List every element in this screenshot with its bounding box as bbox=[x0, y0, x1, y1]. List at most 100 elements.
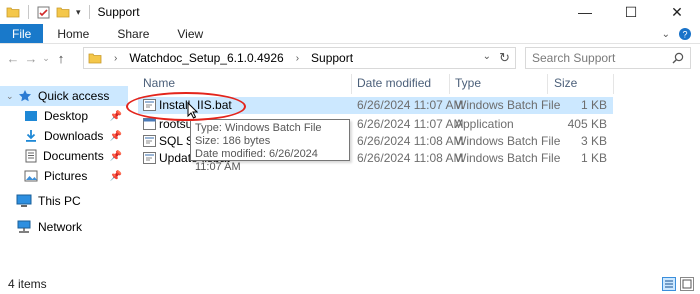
file-type: Windows Batch File bbox=[455, 98, 561, 112]
highlight-ellipse bbox=[126, 92, 246, 121]
column-divider[interactable] bbox=[449, 74, 450, 94]
sidebar-item-this-pc[interactable]: This PC bbox=[0, 191, 128, 211]
navigation-pane: ⌄ Quick access Desktop 📌 Downloads 📌 Doc… bbox=[0, 80, 128, 270]
tab-view[interactable]: View bbox=[163, 24, 217, 43]
chevron-right-icon[interactable]: › bbox=[296, 53, 299, 64]
customize-toolbar-icon[interactable]: ▾ bbox=[76, 7, 81, 18]
file-date: 6/26/2024 11:07 AM bbox=[357, 98, 464, 112]
toolbar-divider bbox=[28, 5, 29, 19]
details-view-button[interactable] bbox=[662, 277, 676, 291]
chevron-down-icon[interactable]: ⌄ bbox=[6, 91, 14, 102]
file-size: 3 KB bbox=[580, 134, 607, 148]
star-icon bbox=[19, 90, 31, 102]
pictures-icon bbox=[24, 170, 38, 182]
breadcrumb-item[interactable]: Support bbox=[311, 51, 353, 65]
tooltip-date: Date modified: 6/26/2024 11:07 AM bbox=[195, 148, 318, 173]
search-box[interactable] bbox=[525, 47, 691, 69]
sidebar-item-label: This PC bbox=[38, 194, 81, 208]
window-controls: — ☐ ✕ bbox=[562, 0, 700, 24]
tooltip-size: Size: 186 bytes bbox=[195, 135, 271, 147]
computer-icon bbox=[16, 194, 32, 207]
window-title: Support bbox=[97, 5, 140, 19]
help-icon[interactable]: ? bbox=[678, 27, 692, 41]
sidebar-item-label: Pictures bbox=[44, 169, 88, 183]
title-bar: ▾ Support — ☐ ✕ bbox=[0, 0, 700, 24]
tooltip-type: Type: Windows Batch File bbox=[195, 122, 322, 134]
up-button[interactable]: ↑ bbox=[52, 48, 70, 68]
search-input[interactable] bbox=[532, 51, 662, 65]
file-date: 6/26/2024 11:08 AM bbox=[357, 151, 464, 165]
address-bar[interactable]: › Watchdoc_Setup_6.1.0.4926 › Support ⌄ … bbox=[83, 47, 516, 69]
file-size: 405 KB bbox=[567, 117, 607, 131]
expand-ribbon-icon[interactable]: ⌄ bbox=[662, 29, 670, 40]
breadcrumb-item[interactable]: Watchdoc_Setup_6.1.0.4926 bbox=[129, 51, 283, 65]
ribbon-right-controls: ⌄ ? bbox=[662, 26, 692, 42]
quick-access-toolbar: ▾ bbox=[0, 5, 92, 19]
file-date: 6/26/2024 11:08 AM bbox=[357, 134, 464, 148]
sidebar-item-label: Downloads bbox=[44, 129, 104, 143]
tab-home[interactable]: Home bbox=[43, 24, 103, 43]
folder-icon bbox=[88, 53, 102, 64]
svg-text:?: ? bbox=[682, 30, 687, 40]
mouse-cursor-icon bbox=[187, 102, 198, 119]
sidebar-item-quick-access[interactable]: ⌄ Quick access bbox=[0, 86, 128, 106]
address-dropdown-icon[interactable]: ⌄ bbox=[483, 51, 491, 62]
batch-file-icon bbox=[143, 152, 156, 164]
ribbon-tabs: File Home Share View ⌄ ? bbox=[0, 24, 700, 44]
refresh-icon[interactable]: ↻ bbox=[499, 50, 510, 66]
column-header-name[interactable]: Name bbox=[143, 72, 175, 94]
status-bar: 4 items bbox=[0, 274, 700, 294]
sidebar-item-label: Quick access bbox=[38, 89, 110, 103]
batch-file-icon bbox=[143, 135, 156, 147]
download-icon bbox=[26, 130, 36, 142]
column-divider[interactable] bbox=[613, 74, 614, 94]
sidebar-item-desktop[interactable]: Desktop 📌 bbox=[0, 106, 128, 126]
application-icon bbox=[143, 118, 156, 130]
sidebar-item-label: Documents bbox=[43, 149, 104, 163]
new-folder-icon[interactable] bbox=[56, 6, 70, 18]
file-type: Windows Batch File bbox=[455, 134, 561, 148]
tab-file[interactable]: File bbox=[0, 24, 44, 43]
pin-icon[interactable]: 📌 bbox=[110, 111, 122, 122]
file-type: Application bbox=[455, 117, 514, 131]
maximize-button[interactable]: ☐ bbox=[608, 0, 654, 24]
large-icons-view-button[interactable] bbox=[680, 277, 694, 291]
column-divider[interactable] bbox=[351, 74, 352, 94]
recent-locations-button[interactable]: ⌄ bbox=[40, 48, 52, 68]
column-header-size[interactable]: Size bbox=[554, 72, 577, 94]
sidebar-item-pictures[interactable]: Pictures 📌 bbox=[0, 166, 128, 186]
sidebar-item-label: Desktop bbox=[44, 109, 89, 123]
column-divider[interactable] bbox=[547, 74, 548, 94]
file-date: 6/26/2024 11:07 AM bbox=[357, 117, 464, 131]
sidebar-item-label: Network bbox=[38, 220, 83, 234]
close-button[interactable]: ✕ bbox=[654, 0, 700, 24]
tab-share[interactable]: Share bbox=[103, 24, 163, 43]
pin-icon[interactable]: 📌 bbox=[110, 151, 122, 162]
documents-icon bbox=[25, 149, 37, 163]
forward-button[interactable]: → bbox=[22, 48, 40, 68]
pin-icon[interactable]: 📌 bbox=[110, 171, 122, 182]
file-type: Windows Batch File bbox=[455, 151, 561, 165]
file-size: 1 KB bbox=[580, 98, 607, 112]
back-button[interactable]: ← bbox=[4, 48, 22, 68]
sidebar-item-documents[interactable]: Documents 📌 bbox=[0, 146, 128, 166]
toolbar-divider bbox=[88, 5, 90, 19]
pin-icon[interactable]: 📌 bbox=[110, 131, 122, 142]
column-header-date[interactable]: Date modified bbox=[357, 72, 431, 94]
breadcrumb: › Watchdoc_Setup_6.1.0.4926 › Support bbox=[88, 51, 353, 65]
minimize-button[interactable]: — bbox=[562, 0, 608, 24]
sidebar-item-downloads[interactable]: Downloads 📌 bbox=[0, 126, 128, 146]
navigation-bar: ← → ⌄ ↑ › Watchdoc_Setup_6.1.0.4926 › Su… bbox=[0, 46, 700, 70]
file-size: 1 KB bbox=[580, 151, 607, 165]
item-count: 4 items bbox=[8, 277, 47, 291]
sidebar-item-network[interactable]: Network bbox=[0, 217, 128, 237]
properties-icon[interactable] bbox=[37, 6, 50, 19]
view-switcher bbox=[662, 277, 694, 291]
column-header-type[interactable]: Type bbox=[455, 72, 481, 94]
folder-icon bbox=[6, 7, 20, 18]
search-icon bbox=[672, 52, 684, 64]
chevron-right-icon[interactable]: › bbox=[114, 53, 117, 64]
desktop-icon bbox=[25, 111, 37, 121]
network-icon bbox=[17, 220, 31, 233]
large-icons-view-icon bbox=[682, 279, 692, 289]
